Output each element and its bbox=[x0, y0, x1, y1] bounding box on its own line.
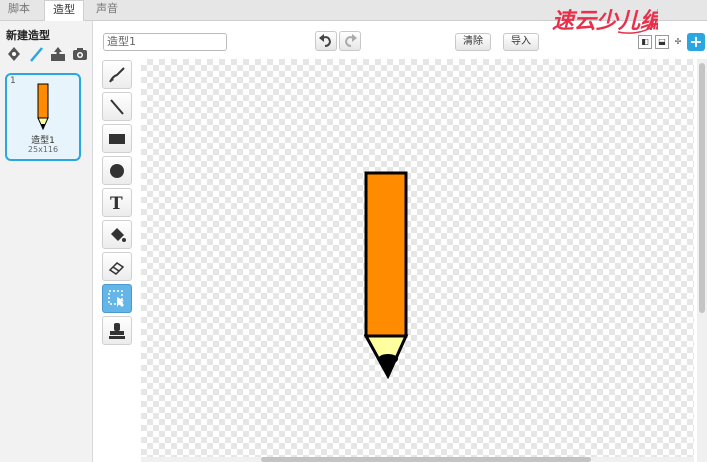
flip-vertical-icon[interactable]: ⬓ bbox=[655, 35, 669, 49]
ellipse-tool[interactable] bbox=[102, 156, 132, 185]
tab-sounds[interactable]: 声音 bbox=[88, 0, 126, 20]
text-icon: T bbox=[110, 194, 123, 212]
watermark-logo: 速云少儿编程 bbox=[552, 8, 658, 34]
line-tool[interactable] bbox=[102, 92, 132, 121]
vertical-scrollbar[interactable] bbox=[697, 59, 707, 462]
select-tool[interactable] bbox=[102, 284, 132, 313]
costume-tile[interactable]: 1 造型1 25x116 bbox=[5, 73, 81, 161]
tab-costumes[interactable]: 造型 bbox=[44, 0, 84, 22]
import-button[interactable]: 导入 bbox=[503, 33, 539, 51]
stamp-tool[interactable] bbox=[102, 316, 132, 345]
logo-text: 速云少儿编程 bbox=[552, 8, 658, 34]
costume-thumbnail bbox=[37, 83, 49, 134]
redo-icon bbox=[344, 34, 357, 47]
costume-number: 1 bbox=[10, 76, 16, 86]
camera-icon[interactable] bbox=[72, 46, 88, 62]
text-tool[interactable]: T bbox=[102, 188, 132, 217]
new-costume-title: 新建造型 bbox=[6, 29, 50, 42]
horizontal-scroll-thumb[interactable] bbox=[261, 457, 591, 462]
upload-icon[interactable] bbox=[50, 46, 66, 62]
undo-button[interactable] bbox=[315, 31, 337, 51]
add-button[interactable]: + bbox=[687, 33, 705, 51]
costume-panel: 新建造型 1 造型1 25x116 bbox=[0, 21, 93, 462]
flip-controls: ◧ ⬓ ✢ bbox=[638, 35, 684, 49]
horizontal-scrollbar[interactable] bbox=[141, 457, 694, 462]
brush-icon bbox=[109, 67, 125, 83]
ellipse-icon bbox=[110, 164, 124, 178]
fill-bucket-icon bbox=[111, 228, 126, 242]
svg-text:T: T bbox=[110, 194, 123, 212]
eraser-icon bbox=[108, 262, 125, 275]
paint-canvas[interactable] bbox=[141, 59, 694, 462]
select-icon bbox=[108, 290, 124, 307]
paintbrush-icon[interactable] bbox=[28, 46, 44, 62]
brush-tool[interactable] bbox=[102, 60, 132, 89]
fill-tool[interactable] bbox=[102, 220, 132, 249]
undo-icon bbox=[319, 34, 332, 47]
rectangle-icon bbox=[109, 134, 125, 144]
clear-button[interactable]: 清除 bbox=[455, 33, 491, 51]
rectangle-tool[interactable] bbox=[102, 124, 132, 153]
costume-name-input[interactable] bbox=[103, 33, 227, 51]
set-center-icon[interactable]: ✢ bbox=[672, 36, 684, 48]
eraser-tool[interactable] bbox=[102, 252, 132, 281]
costume-size: 25x116 bbox=[27, 145, 59, 154]
new-costume-icons bbox=[6, 46, 88, 62]
stamp-icon bbox=[109, 323, 125, 339]
redo-button[interactable] bbox=[339, 31, 361, 51]
vertical-scroll-thumb[interactable] bbox=[699, 63, 705, 313]
flip-horizontal-icon[interactable]: ◧ bbox=[638, 35, 652, 49]
tab-scripts[interactable]: 脚本 bbox=[0, 0, 38, 20]
pencil-costume bbox=[364, 171, 409, 379]
paint-new-icon[interactable] bbox=[6, 46, 22, 62]
line-icon bbox=[110, 99, 124, 115]
